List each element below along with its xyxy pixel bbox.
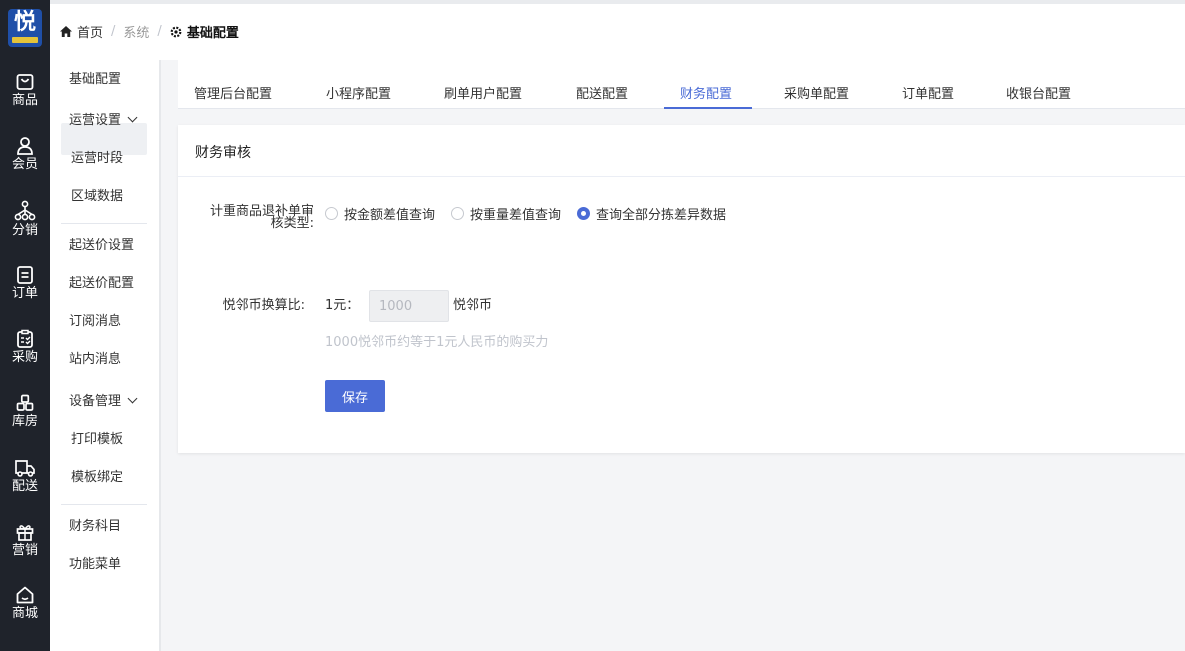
chevron-down-icon	[127, 393, 138, 404]
gear-icon	[170, 26, 182, 37]
radio-label: 按金额差值查询	[344, 208, 436, 223]
breadcrumb-separator: /	[157, 24, 162, 39]
rail-item-mall[interactable]: 商城	[0, 585, 50, 622]
rate-prefix: 1元：	[325, 298, 360, 313]
save-button[interactable]: 保存	[325, 380, 385, 412]
gift-icon	[16, 525, 34, 541]
breadcrumb-current: 基础配置	[186, 26, 239, 41]
submenu-group-label: 设备管理	[69, 394, 122, 409]
rail-label: 采购	[11, 350, 38, 365]
active-tab-underline	[664, 107, 752, 109]
clipboard-icon	[17, 329, 33, 348]
rate-input[interactable]	[369, 290, 449, 322]
rail-item-orders[interactable]: 订单	[0, 265, 50, 302]
tab-miniprogram-config[interactable]: 小程序配置	[326, 83, 391, 102]
submenu-item-print-template[interactable]: 打印模板	[71, 432, 123, 448]
warehouse-icon	[16, 394, 34, 411]
rail-item-purchase[interactable]: 采购	[0, 329, 50, 366]
submenu-item-min-price-settings[interactable]: 起送价设置	[69, 238, 134, 254]
tab-fake-order-user-config[interactable]: 刷单用户配置	[444, 83, 522, 102]
tab-cashier-config[interactable]: 收银台配置	[1006, 83, 1071, 102]
submenu-item-site-message[interactable]: 站内消息	[69, 352, 121, 368]
tab-finance-config[interactable]: 财务配置	[680, 83, 732, 102]
submenu-item-template-binding[interactable]: 模板绑定	[71, 470, 123, 486]
rail-item-delivery[interactable]: 配送	[0, 458, 50, 495]
rail-label: 商城	[11, 606, 38, 621]
submenu-group-device[interactable]: 设备管理	[69, 393, 138, 410]
finance-audit-card: 财务审核 计重商品退补单审 核类型: 按金额差值查询 按重量差值查询 查询全部分…	[178, 125, 1185, 453]
submenu-item-operation-hours[interactable]: 运营时段	[71, 151, 123, 167]
logo-char: 悦	[13, 10, 36, 35]
audit-type-label: 计重商品退补单审 核类型:	[198, 205, 314, 231]
radio-label: 按重量差值查询	[470, 208, 562, 223]
rate-label: 悦邻币换算比:	[222, 298, 305, 313]
network-icon	[14, 200, 36, 221]
home-icon	[60, 26, 72, 37]
submenu-item-min-price-config[interactable]: 起送价配置	[69, 276, 134, 292]
chevron-down-icon	[127, 112, 138, 123]
rail-item-marketing[interactable]: 营销	[0, 522, 50, 559]
rail-item-warehouse[interactable]: 库房	[0, 393, 50, 430]
rail-item-distribution[interactable]: 分销	[0, 200, 50, 239]
breadcrumb: 首页 / 系统 / 基础配置	[60, 22, 239, 41]
card-divider	[178, 176, 1185, 177]
radio-circle[interactable]	[325, 207, 338, 220]
rate-hint: 1000悦邻币约等于1元人民币的购买力	[325, 335, 549, 350]
rail-label: 会员	[11, 157, 38, 172]
submenu-item-subscribe-message[interactable]: 订阅消息	[69, 314, 121, 330]
breadcrumb-separator: /	[111, 24, 116, 39]
radio-weight-diff[interactable]: 按重量差值查询	[451, 204, 561, 223]
rail-label: 分销	[11, 223, 38, 238]
radio-amount-diff[interactable]: 按金额差值查询	[325, 204, 435, 223]
card-title: 财务审核	[195, 145, 251, 161]
rail-item-goods[interactable]: 商品	[0, 72, 50, 109]
nav-rail: 悦 商品 会员 分销 订单 采购 库房 配送 营销 商城	[0, 0, 50, 651]
config-tabs: 管理后台配置 小程序配置 刷单用户配置 配送配置 财务配置 采购单配置 订单配置…	[178, 60, 1185, 109]
delivery-icon	[15, 460, 35, 477]
tab-purchase-order-config[interactable]: 采购单配置	[784, 83, 849, 102]
submenu-group-operation[interactable]: 运营设置	[69, 112, 138, 129]
rail-label: 配送	[11, 479, 38, 494]
submenu-item-basic-config[interactable]: 基础配置	[69, 72, 121, 88]
rate-unit: 悦邻币	[453, 298, 493, 313]
submenu-item-finance-subject[interactable]: 财务科目	[69, 519, 121, 535]
breadcrumb-home[interactable]: 首页	[77, 22, 103, 41]
logo-stripe	[12, 37, 38, 43]
tab-order-config[interactable]: 订单配置	[902, 83, 954, 102]
tab-admin-config[interactable]: 管理后台配置	[194, 83, 272, 102]
app-logo[interactable]: 悦	[8, 9, 42, 47]
bag-icon	[16, 74, 34, 90]
top-border	[50, 0, 1185, 4]
radio-circle-selected[interactable]	[577, 207, 590, 220]
radio-all-diff[interactable]: 查询全部分拣差异数据	[577, 204, 726, 223]
submenu-divider	[61, 504, 147, 505]
document-icon	[17, 266, 33, 284]
breadcrumb-system[interactable]: 系统	[123, 22, 149, 41]
submenu-group-label: 运营设置	[69, 113, 122, 128]
radio-circle[interactable]	[451, 207, 464, 220]
audit-type-label-line2: 核类型:	[270, 216, 314, 231]
radio-label: 查询全部分拣差异数据	[596, 208, 727, 223]
submenu-item-region-data[interactable]: 区域数据	[71, 189, 123, 205]
submenu-divider	[61, 223, 147, 224]
submenu-item-function-menu[interactable]: 功能菜单	[69, 557, 121, 573]
rail-label: 库房	[11, 414, 38, 429]
user-icon	[17, 137, 33, 155]
rail-label: 营销	[11, 543, 38, 558]
rail-label: 订单	[11, 286, 38, 301]
sub-menu: 基础配置 运营设置 运营时段 区域数据 起送价设置 起送价配置 订阅消息 站内消…	[50, 60, 161, 651]
rail-item-members[interactable]: 会员	[0, 136, 50, 173]
home-icon	[16, 586, 34, 604]
rail-label: 商品	[11, 93, 38, 108]
tab-delivery-config[interactable]: 配送配置	[576, 83, 628, 102]
